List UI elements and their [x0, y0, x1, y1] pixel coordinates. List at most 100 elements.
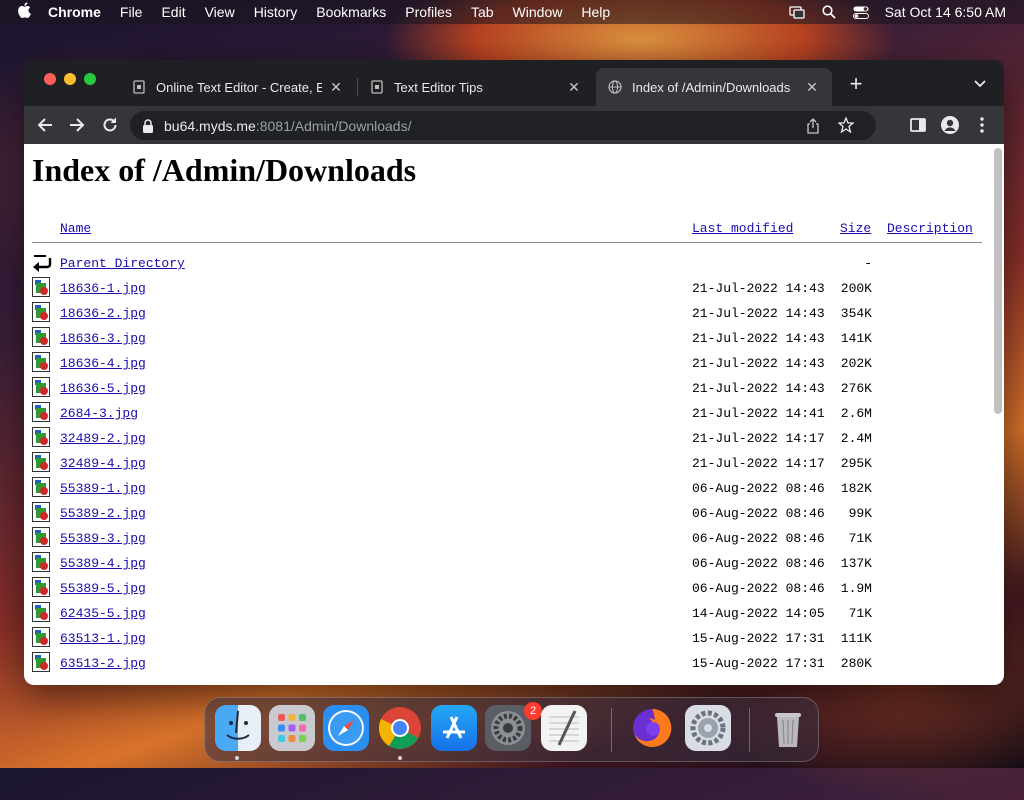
- file-row: 63513-2.jpg 15-Aug-2022 17:31 280K: [32, 652, 982, 677]
- file-modified-date: 21-Jul-2022 14:17: [692, 431, 825, 446]
- close-window-button[interactable]: [44, 73, 56, 85]
- file-size: 276K: [840, 381, 872, 396]
- app-store-icon[interactable]: [431, 705, 477, 751]
- file-link[interactable]: 18636-1.jpg: [60, 281, 146, 296]
- file-link[interactable]: 63513-2.jpg: [60, 656, 146, 671]
- trash-icon[interactable]: [765, 705, 811, 751]
- file-modified-date: 06-Aug-2022 08:46: [692, 531, 825, 546]
- tab-text-editor-tips[interactable]: Text Editor Tips ✕: [358, 68, 594, 106]
- side-panel-icon[interactable]: [908, 115, 928, 135]
- safari-icon[interactable]: [323, 705, 369, 751]
- file-link[interactable]: 18636-5.jpg: [60, 381, 146, 396]
- tab-title: Index of /Admin/Downloads: [632, 79, 791, 95]
- sort-by-size-link[interactable]: Size: [840, 221, 871, 236]
- tab-index-admin-downloads[interactable]: Index of /Admin/Downloads ✕: [596, 68, 832, 106]
- spotlight-search-icon[interactable]: [821, 5, 837, 19]
- menu-help[interactable]: Help: [581, 4, 610, 20]
- file-row: 62435-5.jpg 14-Aug-2022 14:05 71K: [32, 602, 982, 627]
- sort-by-description-link[interactable]: Description: [887, 221, 973, 236]
- tab-title: Online Text Editor - Create, Ed: [156, 79, 322, 95]
- file-modified-date: 06-Aug-2022 08:46: [692, 506, 825, 521]
- close-tab-icon[interactable]: ✕: [566, 79, 582, 96]
- control-center-icon[interactable]: [852, 5, 869, 19]
- file-row: 18636-5.jpg 21-Jul-2022 14:43 276K: [32, 377, 982, 402]
- vertical-scrollbar[interactable]: [994, 148, 1002, 414]
- file-link[interactable]: 18636-2.jpg: [60, 306, 146, 321]
- tab-search-chevron-down-icon[interactable]: [970, 74, 990, 94]
- close-tab-icon[interactable]: ✕: [328, 79, 344, 96]
- menu-app-name[interactable]: Chrome: [48, 4, 101, 20]
- textedit-icon[interactable]: [541, 705, 587, 751]
- profile-avatar-icon[interactable]: [940, 115, 960, 135]
- back-arrow-icon[interactable]: [34, 114, 56, 136]
- file-link[interactable]: 32489-2.jpg: [60, 431, 146, 446]
- url-path: :8081/Admin/Downloads/: [255, 117, 412, 134]
- minimize-window-button[interactable]: [64, 73, 76, 85]
- menu-bookmarks[interactable]: Bookmarks: [316, 4, 386, 20]
- bookmark-star-icon[interactable]: [837, 116, 855, 134]
- file-link[interactable]: 63513-1.jpg: [60, 631, 146, 646]
- kebab-menu-icon[interactable]: [972, 115, 992, 135]
- menu-profiles[interactable]: Profiles: [405, 4, 452, 20]
- image-file-icon: [32, 402, 52, 422]
- browser-toolbar: bu64.myds.me:8081/Admin/Downloads/: [24, 106, 1004, 144]
- image-file-icon: [32, 502, 52, 522]
- file-link[interactable]: 62435-5.jpg: [60, 606, 146, 621]
- menu-edit[interactable]: Edit: [161, 4, 185, 20]
- file-link[interactable]: 18636-3.jpg: [60, 331, 146, 346]
- file-size: 111K: [840, 631, 872, 646]
- menu-window[interactable]: Window: [513, 4, 563, 20]
- share-icon[interactable]: [806, 118, 820, 134]
- file-link[interactable]: 32489-4.jpg: [60, 456, 146, 471]
- image-file-icon: [32, 527, 52, 547]
- system-preferences-gear-icon[interactable]: [685, 705, 731, 751]
- menu-history[interactable]: History: [254, 4, 298, 20]
- firefox-icon[interactable]: [629, 705, 675, 751]
- file-link[interactable]: 2684-3.jpg: [60, 406, 138, 421]
- file-row: 63513-1.jpg 15-Aug-2022 17:31 111K: [32, 627, 982, 652]
- image-file-icon: [32, 602, 52, 622]
- apple-menu-icon[interactable]: [14, 2, 34, 22]
- menu-file[interactable]: File: [120, 4, 143, 20]
- page-viewport[interactable]: Index of /Admin/Downloads Name Last modi…: [24, 144, 1004, 685]
- menu-tab[interactable]: Tab: [471, 4, 494, 20]
- menubar-clock[interactable]: Sat Oct 14 6:50 AM: [885, 4, 1006, 20]
- address-bar[interactable]: bu64.myds.me:8081/Admin/Downloads/: [130, 111, 876, 140]
- launchpad-icon[interactable]: [269, 705, 315, 751]
- file-row: 18636-3.jpg 21-Jul-2022 14:43 141K: [32, 327, 982, 352]
- file-size: 354K: [840, 306, 872, 321]
- tab-online-text-editor[interactable]: Online Text Editor - Create, Ed ✕: [120, 68, 356, 106]
- file-row: 55389-1.jpg 06-Aug-2022 08:46 182K: [32, 477, 982, 502]
- file-size: 182K: [840, 481, 872, 496]
- lock-icon[interactable]: [142, 118, 154, 133]
- close-tab-icon[interactable]: ✕: [804, 79, 820, 96]
- image-file-icon: [32, 577, 52, 597]
- parent-directory-link[interactable]: Parent Directory: [60, 256, 185, 271]
- menu-view[interactable]: View: [205, 4, 235, 20]
- file-link[interactable]: 55389-1.jpg: [60, 481, 146, 496]
- file-modified-date: 21-Jul-2022 14:17: [692, 456, 825, 471]
- file-row: 32489-4.jpg 21-Jul-2022 14:17 295K: [32, 452, 982, 477]
- sort-by-name-link[interactable]: Name: [60, 221, 91, 236]
- forward-arrow-icon[interactable]: [66, 114, 88, 136]
- finder-icon[interactable]: [215, 705, 261, 751]
- image-file-icon: [32, 652, 52, 672]
- file-link[interactable]: 18636-4.jpg: [60, 356, 146, 371]
- new-tab-plus-icon[interactable]: +: [844, 72, 868, 96]
- file-modified-date: 21-Jul-2022 14:43: [692, 356, 825, 371]
- browser-window: Online Text Editor - Create, Ed ✕ Text E…: [24, 60, 1004, 685]
- file-link[interactable]: 55389-2.jpg: [60, 506, 146, 521]
- reload-icon[interactable]: [99, 114, 121, 136]
- file-size: 295K: [840, 456, 872, 471]
- menu-bar: Chrome File Edit View History Bookmarks …: [0, 0, 1024, 24]
- sort-by-last-modified-link[interactable]: Last modified: [692, 221, 793, 236]
- screen-mirroring-icon[interactable]: [788, 5, 805, 19]
- file-link[interactable]: 55389-5.jpg: [60, 581, 146, 596]
- globe-favicon-icon: [608, 80, 622, 94]
- file-link[interactable]: 55389-4.jpg: [60, 556, 146, 571]
- file-list: Parent Directory - 18636-1.jpg 21-Jul-202…: [32, 252, 982, 677]
- chrome-icon[interactable]: [377, 705, 423, 751]
- file-row: 55389-4.jpg 06-Aug-2022 08:46 137K: [32, 552, 982, 577]
- file-link[interactable]: 55389-3.jpg: [60, 531, 146, 546]
- zoom-window-button[interactable]: [84, 73, 96, 85]
